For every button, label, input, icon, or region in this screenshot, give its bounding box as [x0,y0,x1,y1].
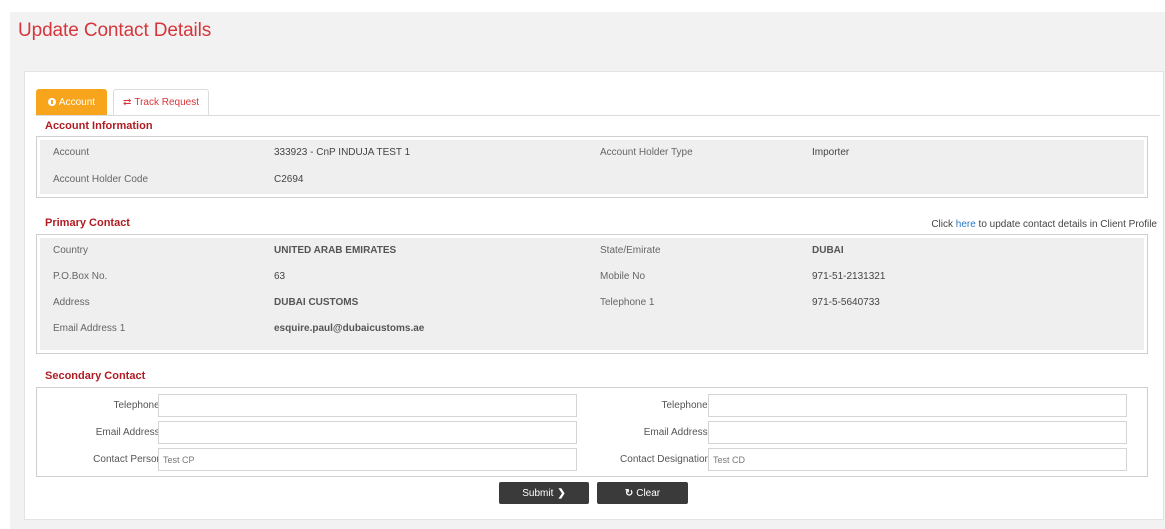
info-row: Account 333923 - CnP INDUJA TEST 1 Accou… [40,140,1144,166]
account-holder-type-label: Account Holder Type [600,147,693,158]
mobile-no-value: 971-51-2131321 [812,271,886,282]
account-information-box: Account 333923 - CnP INDUJA TEST 1 Accou… [36,136,1148,198]
submit-button-label: Submit [522,487,554,499]
po-box-label: P.O.Box No. [53,271,108,282]
tab-track-request-label: Track Request [134,97,200,108]
tab-divider [36,115,1160,116]
clear-button[interactable]: ↻ Clear [597,482,688,504]
note-prefix: Click [931,219,956,230]
secondary-contact-title: Secondary Contact [45,370,146,382]
state-emirate-value: DUBAI [812,245,844,256]
clear-button-label: Clear [636,487,661,499]
info-circle-icon [47,98,56,106]
contact-person-input[interactable] [158,448,577,471]
po-box-value: 63 [274,271,286,282]
state-emirate-label: State/Emirate [600,245,661,256]
account-information-title: Account Information [45,120,153,132]
tab-track-request[interactable]: ⇄ Track Request [113,89,209,115]
telephone-3-input[interactable] [708,394,1127,417]
mobile-no-label: Mobile No [600,271,646,282]
telephone-1-label: Telephone 1 [600,297,655,308]
info-row: Country UNITED ARAB EMIRATES State/Emira… [40,238,1144,264]
country-value: UNITED ARAB EMIRATES [274,245,397,256]
secondary-contact-form: Telephone 2 Telephone 3 Email Address 2 … [36,387,1148,477]
account-holder-type-value: Importer [812,147,850,158]
info-row: Email Address 1 esquire.paul@dubaicustom… [40,316,1144,342]
content-panel: Account ⇄ Track Request Account Informat… [10,69,1165,529]
primary-contact-box: Country UNITED ARAB EMIRATES State/Emira… [36,234,1148,354]
email-address-2-input[interactable] [158,421,577,444]
note-suffix: to update contact details in Client Prof… [975,219,1157,230]
contact-person-label: Contact Person* [93,454,168,465]
primary-contact-title: Primary Contact [45,217,130,229]
info-row: Account Holder Code C2694 [40,167,1144,193]
telephone-1-value: 971-5-5640733 [812,297,880,308]
email-address-1-label: Email Address 1 [53,323,126,334]
email-address-3-input[interactable] [708,421,1127,444]
email-address-1-value: esquire.paul@dubaicustoms.ae [274,323,425,334]
account-value: 333923 - CnP INDUJA TEST 1 [274,147,411,158]
contact-designation-input[interactable] [708,448,1127,471]
address-value: DUBAI CUSTOMS [274,297,359,308]
page-title: Update Contact Details [18,20,212,41]
account-label: Account [53,147,90,158]
email-address-3-label: Email Address 3 [643,427,716,438]
exchange-icon: ⇄ [122,97,132,108]
telephone-2-input[interactable] [158,394,577,417]
submit-button[interactable]: Submit ❯ [499,482,589,504]
tab-account-label: Account [58,96,96,108]
client-profile-link[interactable]: here [956,219,976,230]
account-holder-code-label: Account Holder Code [53,174,149,185]
chevron-right-icon: ❯ [557,487,566,499]
country-label: Country [53,245,89,256]
info-row: Address DUBAI CUSTOMS Telephone 1 971-5-… [40,290,1144,316]
contact-designation-label: Contact Designation* [620,454,716,465]
address-label: Address [53,297,90,308]
account-holder-code-value: C2694 [274,174,304,185]
info-row: P.O.Box No. 63 Mobile No 971-51-2131321 [40,264,1144,290]
client-profile-note: Click here to update contact details in … [931,219,1157,230]
tab-account[interactable]: Account [36,89,107,115]
refresh-icon: ↻ [624,487,634,499]
content-card: Account ⇄ Track Request Account Informat… [24,71,1164,520]
